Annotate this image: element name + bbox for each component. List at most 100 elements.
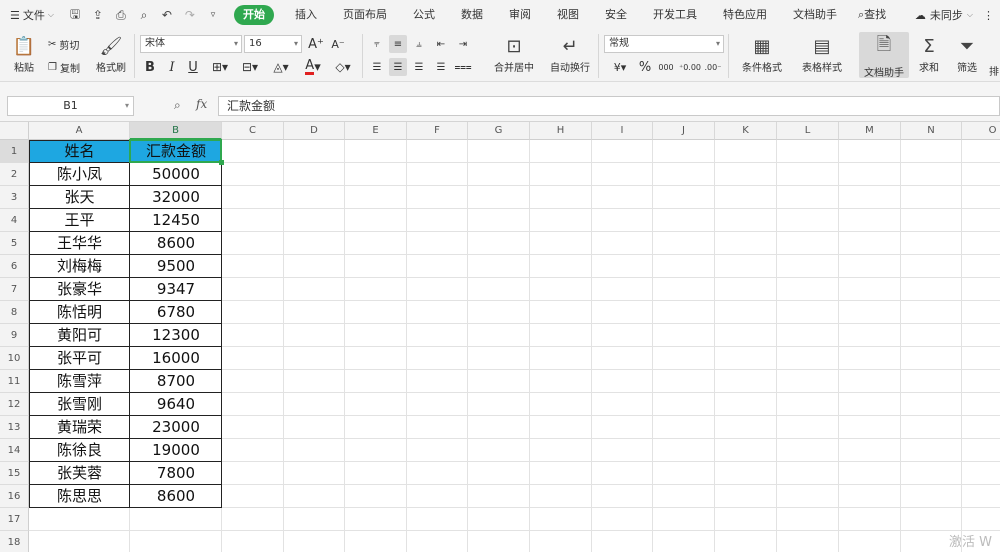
table-cell[interactable]: 黄瑞荣 xyxy=(29,416,130,439)
search-box[interactable]: ⌕查找 xyxy=(850,0,894,30)
table-cell[interactable]: 陈恬明 xyxy=(29,301,130,324)
column-header-C[interactable]: C xyxy=(222,122,284,140)
percent-button[interactable]: % xyxy=(636,58,654,76)
row-header-11[interactable]: 11 xyxy=(0,370,29,393)
table-cell[interactable]: 黄阳可 xyxy=(29,324,130,347)
row-header-6[interactable]: 6 xyxy=(0,255,29,278)
table-cell[interactable]: 23000 xyxy=(130,416,222,439)
row-header-12[interactable]: 12 xyxy=(0,393,29,416)
row-header-8[interactable]: 8 xyxy=(0,301,29,324)
fill-color-button[interactable]: ◬▾ xyxy=(268,58,294,76)
cut-button[interactable]: ✂ 剪切 xyxy=(48,35,79,53)
table-cell[interactable]: 8600 xyxy=(130,232,222,255)
redo-icon[interactable]: ↷ xyxy=(183,8,197,22)
row-header-3[interactable]: 3 xyxy=(0,186,29,209)
table-cell[interactable]: 9640 xyxy=(130,393,222,416)
underline-button[interactable]: U xyxy=(185,58,201,76)
decrease-font-button[interactable]: A⁻ xyxy=(330,35,346,53)
column-header-G[interactable]: G xyxy=(468,122,530,140)
customize-icon[interactable]: ▿ xyxy=(206,8,220,22)
clear-format-button[interactable]: ◇▾ xyxy=(330,58,356,76)
table-cell[interactable]: 19000 xyxy=(130,439,222,462)
row-header-14[interactable]: 14 xyxy=(0,439,29,462)
column-header-J[interactable]: J xyxy=(653,122,715,140)
italic-button[interactable]: I xyxy=(164,58,180,76)
font-name-select[interactable]: 宋体 ▾ xyxy=(140,35,242,53)
bold-button[interactable]: B xyxy=(142,58,158,76)
conditional-format-button[interactable]: ▦ 条件格式 xyxy=(734,32,790,78)
table-cell[interactable]: 7800 xyxy=(130,462,222,485)
align-bottom-button[interactable]: ⫨ xyxy=(410,35,428,53)
column-header-O[interactable]: O xyxy=(962,122,1000,140)
column-header-A[interactable]: A xyxy=(29,122,130,140)
increase-font-button[interactable]: A⁺ xyxy=(308,35,324,53)
distribute-button[interactable]: ⩶ xyxy=(454,58,472,76)
column-header-K[interactable]: K xyxy=(715,122,777,140)
row-header-2[interactable]: 2 xyxy=(0,163,29,186)
table-cell[interactable]: 9347 xyxy=(130,278,222,301)
header-cell[interactable]: 姓名 xyxy=(29,140,130,163)
fx-label[interactable]: fx xyxy=(196,97,207,111)
merge-center-button[interactable]: ⊡ 合并居中 xyxy=(486,32,542,78)
table-cell[interactable]: 8700 xyxy=(130,370,222,393)
table-cell[interactable]: 王华华 xyxy=(29,232,130,255)
tab-5[interactable]: 审阅 xyxy=(496,0,544,30)
table-cell[interactable]: 6780 xyxy=(130,301,222,324)
formula-input[interactable]: 汇款金额 xyxy=(218,96,1000,116)
font-size-select[interactable]: 16 ▾ xyxy=(244,35,302,53)
table-cell[interactable]: 刘梅梅 xyxy=(29,255,130,278)
copy-button[interactable]: ❐ 复制 xyxy=(48,58,80,76)
filter-button[interactable]: ⏷ 筛选 xyxy=(950,32,984,78)
tab-8[interactable]: 开发工具 xyxy=(640,0,710,30)
more-icon[interactable]: ⋮ xyxy=(983,9,994,22)
increase-decimal-button[interactable]: ⁺0.00 xyxy=(679,58,701,76)
align-left-button[interactable]: ☰ xyxy=(368,58,386,76)
table-cell[interactable]: 张豪华 xyxy=(29,278,130,301)
table-cell[interactable]: 张芙蓉 xyxy=(29,462,130,485)
font-color-button[interactable]: A ▾ xyxy=(300,58,326,76)
header-cell[interactable]: 汇款金额 xyxy=(130,140,222,163)
tab-1[interactable]: 插入 xyxy=(282,0,330,30)
column-header-L[interactable]: L xyxy=(777,122,839,140)
justify-button[interactable]: ☰ xyxy=(432,58,450,76)
row-header-16[interactable]: 16 xyxy=(0,485,29,508)
name-box[interactable]: B1 ▾ xyxy=(7,96,134,116)
number-format-select[interactable]: 常规 ▾ xyxy=(604,35,724,53)
wrap-text-button[interactable]: ↵ 自动换行 xyxy=(546,32,594,78)
fill-style-button[interactable]: ⊟▾ xyxy=(238,58,262,76)
tab-0[interactable]: 开始 xyxy=(233,5,274,25)
table-cell[interactable]: 9500 xyxy=(130,255,222,278)
fill-handle[interactable] xyxy=(219,160,224,165)
tab-3[interactable]: 公式 xyxy=(400,0,448,30)
row-header-1[interactable]: 1 xyxy=(0,140,29,163)
table-cell[interactable]: 陈思思 xyxy=(29,485,130,508)
table-cell[interactable]: 张天 xyxy=(29,186,130,209)
paste-button[interactable]: 📋 粘贴 xyxy=(6,32,42,78)
select-all-corner[interactable] xyxy=(0,122,29,140)
column-header-I[interactable]: I xyxy=(592,122,653,140)
column-header-F[interactable]: F xyxy=(407,122,468,140)
align-middle-button[interactable]: ≡ xyxy=(389,35,407,53)
format-painter-button[interactable]: 🖌 格式刷 xyxy=(92,32,130,78)
row-header-18[interactable]: 18 xyxy=(0,531,29,552)
table-cell[interactable]: 16000 xyxy=(130,347,222,370)
sync-status[interactable]: ☁ 未同步 ⌵ ⋮ xyxy=(915,0,1000,30)
thousands-button[interactable]: 000 xyxy=(657,58,675,76)
decrease-decimal-button[interactable]: .00⁻ xyxy=(703,58,723,76)
table-cell[interactable]: 12300 xyxy=(130,324,222,347)
row-header-9[interactable]: 9 xyxy=(0,324,29,347)
sort-button[interactable]: 排 xyxy=(988,32,1000,78)
spreadsheet-grid[interactable]: 激活 W A B C D E F G H I J K L M N O 1 2 3 4 5 6 7 8 9 10 11 12 13 14 1… xyxy=(0,122,1000,552)
save-icon[interactable]: 🖫 xyxy=(68,7,82,22)
table-cell[interactable]: 张平可 xyxy=(29,347,130,370)
column-header-E[interactable]: E xyxy=(345,122,407,140)
row-header-13[interactable]: 13 xyxy=(0,416,29,439)
sum-button[interactable]: Σ 求和 xyxy=(914,32,944,78)
column-header-H[interactable]: H xyxy=(530,122,592,140)
tab-10[interactable]: 文档助手 xyxy=(780,0,850,30)
print-icon[interactable]: ⎙ xyxy=(114,8,128,22)
table-cell[interactable]: 王平 xyxy=(29,209,130,232)
tab-6[interactable]: 视图 xyxy=(544,0,592,30)
table-style-button[interactable]: ▤ 表格样式 xyxy=(794,32,850,78)
decrease-indent-button[interactable]: ⇤ xyxy=(432,35,450,53)
